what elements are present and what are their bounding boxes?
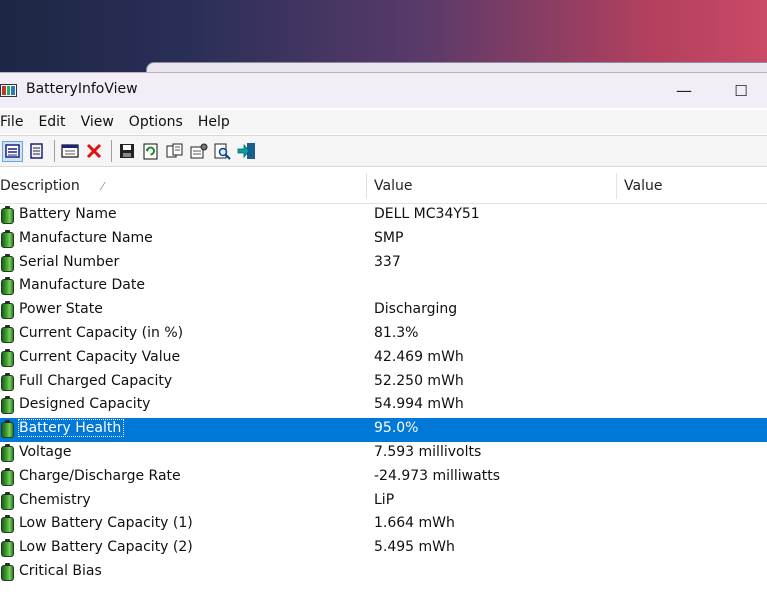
battery-icon — [1, 396, 14, 415]
battery-icon — [1, 206, 14, 224]
table-row[interactable]: Current Capacity Value 42.469 mWh — [0, 347, 767, 371]
row-value: 7.593 millivolts — [374, 443, 482, 460]
exit-icon[interactable] — [236, 141, 257, 162]
row-description: Charge/Discharge Rate — [19, 467, 181, 484]
row-value: 52.250 mWh — [374, 372, 464, 389]
table-row[interactable]: Chemistry LiP — [0, 490, 767, 514]
battery-icon — [1, 467, 14, 486]
battery-icon — [1, 253, 14, 272]
row-description: Battery Health — [17, 419, 125, 438]
column-description[interactable]: Description ⁄ — [0, 169, 104, 203]
row-description: Voltage — [19, 443, 72, 460]
battery-icon — [1, 491, 14, 510]
row-description: Full Charged Capacity — [19, 372, 173, 389]
toolbar-separator — [54, 140, 55, 162]
battery-icon — [1, 539, 14, 558]
battery-icon — [1, 277, 14, 296]
table-row-selected[interactable]: Battery Health 95.0% — [0, 418, 767, 442]
row-description: Current Capacity Value — [19, 348, 181, 365]
app-window: BatteryInfoView — ☐ File Edit View Optio… — [0, 72, 767, 592]
row-value: 337 — [374, 253, 401, 270]
table-row[interactable]: Low Battery Capacity (1) 1.664 mWh — [0, 513, 767, 537]
row-value: DELL MC34Y51 — [374, 206, 480, 222]
battery-icon — [1, 420, 14, 439]
menu-edit[interactable]: Edit — [38, 114, 73, 130]
table-row[interactable]: Current Capacity (in %) 81.3% — [0, 323, 767, 347]
battery-icon — [1, 372, 14, 391]
row-description: Chemistry — [19, 491, 91, 508]
row-description: Low Battery Capacity (1) — [19, 515, 193, 532]
title-bar[interactable]: BatteryInfoView — ☐ — [0, 73, 767, 108]
save-icon[interactable] — [116, 141, 137, 162]
column-header: Description ⁄ Value Value — [0, 169, 767, 204]
row-value: 95.0% — [374, 420, 419, 437]
battery-icon — [1, 515, 14, 534]
row-value: SMP — [374, 229, 404, 246]
menu-view[interactable]: View — [81, 114, 122, 130]
toolbar-separator — [111, 140, 112, 162]
row-description: Critical Bias — [19, 562, 102, 579]
minimize-button[interactable]: — — [664, 73, 704, 108]
row-value: 54.994 mWh — [374, 396, 464, 413]
properties-icon[interactable] — [188, 141, 209, 162]
maximize-button[interactable]: ☐ — [721, 73, 761, 108]
table-row[interactable]: Power State Discharging — [0, 299, 767, 323]
column-value[interactable]: Value — [374, 169, 412, 203]
battery-icon — [1, 443, 14, 462]
refresh-icon[interactable] — [140, 141, 161, 162]
menu-file[interactable]: File — [0, 114, 31, 130]
sort-indicator-icon: ⁄ — [101, 180, 104, 193]
table-row[interactable]: Battery Name DELL MC34Y51 — [0, 204, 767, 228]
copy-icon[interactable] — [164, 141, 185, 162]
column-divider[interactable] — [616, 173, 617, 199]
row-value: 81.3% — [374, 324, 419, 341]
delete-icon[interactable] — [83, 141, 104, 162]
view-mode-icon[interactable] — [2, 140, 23, 162]
table-row[interactable]: Low Battery Capacity (2) 5.495 mWh — [0, 537, 767, 561]
row-description: Manufacture Name — [19, 229, 153, 246]
table-row[interactable]: Serial Number 337 — [0, 252, 767, 276]
row-description: Battery Name — [19, 206, 117, 222]
table-row[interactable]: Charge/Discharge Rate -24.973 milliwatts — [0, 466, 767, 490]
find-icon[interactable] — [212, 141, 233, 162]
table-row[interactable]: Manufacture Date — [0, 275, 767, 299]
toolbar — [0, 135, 767, 167]
menu-help[interactable]: Help — [198, 114, 238, 130]
battery-icon — [1, 324, 14, 343]
battery-info-list: Battery Name DELL MC34Y51 Manufacture Nam… — [0, 204, 767, 585]
battery-icon — [1, 301, 14, 320]
table-row[interactable]: Full Charged Capacity 52.250 mWh — [0, 371, 767, 395]
list-mode-icon[interactable] — [26, 141, 47, 162]
table-row[interactable]: Manufacture Name SMP — [0, 228, 767, 252]
row-description: Power State — [19, 301, 103, 318]
battery-app-icon — [0, 84, 17, 97]
row-description: Manufacture Date — [19, 277, 145, 294]
table-row[interactable]: Voltage 7.593 millivolts — [0, 442, 767, 466]
menu-bar: File Edit View Options Help — [0, 110, 767, 134]
row-value: 1.664 mWh — [374, 515, 455, 532]
properties-window-icon[interactable] — [59, 141, 80, 162]
row-value: 5.495 mWh — [374, 539, 455, 556]
column-divider[interactable] — [366, 173, 367, 199]
battery-icon — [1, 348, 14, 367]
row-description: Designed Capacity — [19, 396, 151, 413]
menu-options[interactable]: Options — [129, 114, 191, 130]
row-value: Discharging — [374, 301, 458, 318]
column-value-2[interactable]: Value — [624, 169, 662, 203]
row-value: -24.973 milliwatts — [374, 467, 500, 484]
row-description: Current Capacity (in %) — [19, 324, 184, 341]
table-row[interactable]: Designed Capacity 54.994 mWh — [0, 394, 767, 418]
table-row[interactable]: Critical Bias — [0, 561, 767, 585]
row-description: Serial Number — [19, 253, 120, 270]
row-value: LiP — [374, 491, 395, 508]
battery-icon — [1, 229, 14, 248]
row-value: 42.469 mWh — [374, 348, 464, 365]
row-description: Low Battery Capacity (2) — [19, 539, 193, 556]
window-title: BatteryInfoView — [26, 81, 138, 97]
battery-icon — [1, 562, 14, 581]
